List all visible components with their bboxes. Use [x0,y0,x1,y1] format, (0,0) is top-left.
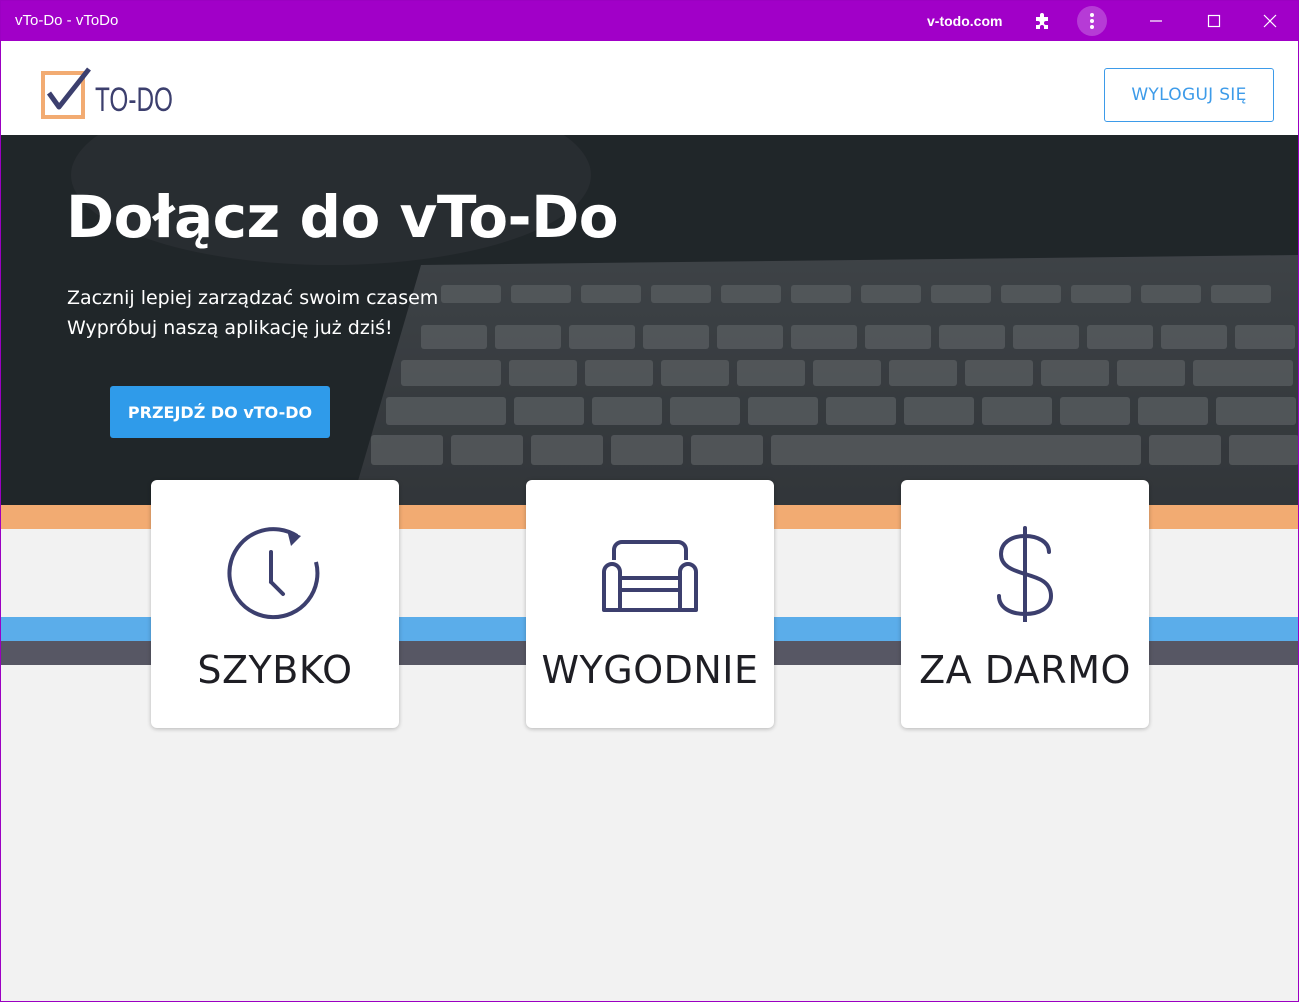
maximize-icon[interactable] [1189,1,1239,41]
window-title: vTo-Do - vToDo [15,12,119,29]
feature-label: ZA DARMO [919,648,1131,692]
feature-card-free: ZA DARMO [901,480,1149,728]
checkbox-logo-icon: TO-DO [41,67,173,119]
site-header: TO-DO WYLOGUJ SIĘ [1,41,1298,135]
sofa-icon [526,522,774,632]
dollar-icon [901,522,1149,632]
hero-line-1: Zacznij lepiej zarządzać swoim czasem [67,287,439,309]
browser-window: vTo-Do - vToDo v-todo.com TO-DO WYLOGUJ … [0,0,1299,1002]
hero-section: Dołącz do vTo-Do Zacznij lepiej zarządza… [1,135,1298,505]
minimize-icon[interactable] [1131,1,1181,41]
extensions-icon[interactable] [1027,1,1059,41]
hero-heading: Dołącz do vTo-Do [66,183,619,251]
feature-label: WYGODNIE [541,648,759,692]
feature-card-convenient: WYGODNIE [526,480,774,728]
logo-text: TO-DO [95,81,173,119]
hero-subtitle: Zacznij lepiej zarządzać swoim czasem Wy… [67,283,438,343]
logout-button[interactable]: WYLOGUJ SIĘ [1104,68,1274,122]
title-bar: vTo-Do - vToDo v-todo.com [1,1,1298,41]
site-domain: v-todo.com [927,13,1003,29]
more-options-icon[interactable] [1077,1,1107,41]
logo[interactable]: TO-DO [39,67,179,123]
close-icon[interactable] [1245,1,1295,41]
clock-icon [151,522,399,632]
feature-label: SZYBKO [197,648,353,692]
feature-card-fast: SZYBKO [151,480,399,728]
hero-line-2: Wypróbuj naszą aplikację już dziś! [67,317,393,339]
go-to-app-button[interactable]: PRZEJDŹ DO vTO-DO [110,386,330,438]
